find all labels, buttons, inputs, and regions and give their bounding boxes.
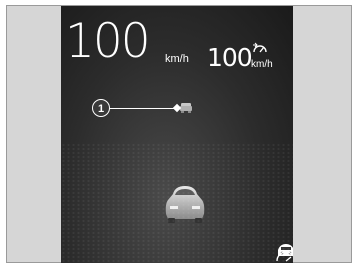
set-speed: 100	[207, 43, 253, 72]
speed-unit: km/h	[165, 53, 189, 65]
set-speed-unit: km/h	[251, 59, 273, 70]
cruise-control-icon	[253, 42, 267, 53]
own-car-icon	[165, 186, 205, 223]
callout-leader-line	[107, 108, 177, 109]
lane-keeping-assist-icon	[276, 244, 293, 262]
callout-number-badge: 1	[92, 99, 110, 117]
instrument-display: 100 km/h 100 km/h 1	[61, 6, 293, 263]
vehicle-speed: 100	[65, 14, 151, 69]
